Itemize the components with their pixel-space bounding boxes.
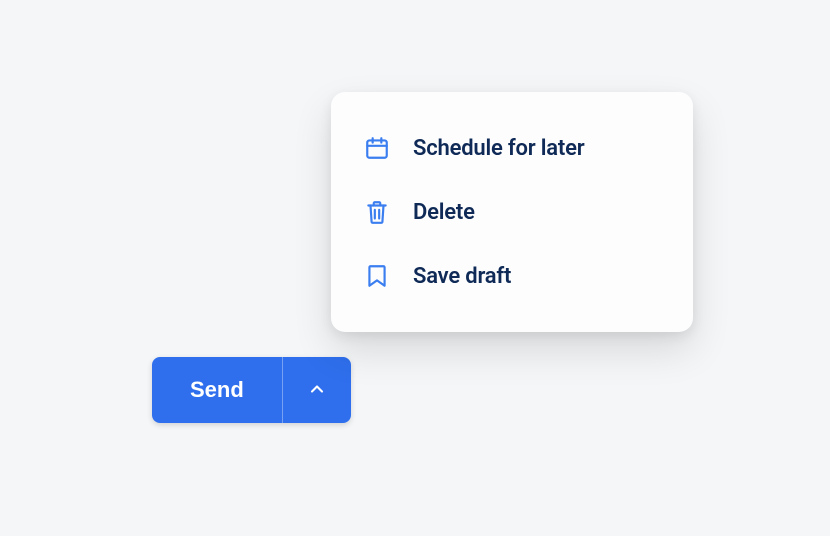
menu-item-label: Save draft <box>413 264 511 289</box>
chevron-up-icon <box>307 379 327 402</box>
dropdown-menu: Schedule for later Delete Save draft <box>331 92 693 332</box>
send-button[interactable]: Send <box>152 357 282 423</box>
menu-item-save-draft[interactable]: Save draft <box>331 244 693 308</box>
menu-item-label: Schedule for later <box>413 136 584 161</box>
menu-item-schedule[interactable]: Schedule for later <box>331 116 693 180</box>
split-button: Send <box>152 357 351 423</box>
calendar-icon <box>363 134 391 162</box>
menu-item-delete[interactable]: Delete <box>331 180 693 244</box>
menu-item-label: Delete <box>413 200 475 225</box>
send-button-label: Send <box>190 377 244 403</box>
dropdown-toggle-button[interactable] <box>282 357 351 423</box>
bookmark-icon <box>363 262 391 290</box>
trash-icon <box>363 198 391 226</box>
